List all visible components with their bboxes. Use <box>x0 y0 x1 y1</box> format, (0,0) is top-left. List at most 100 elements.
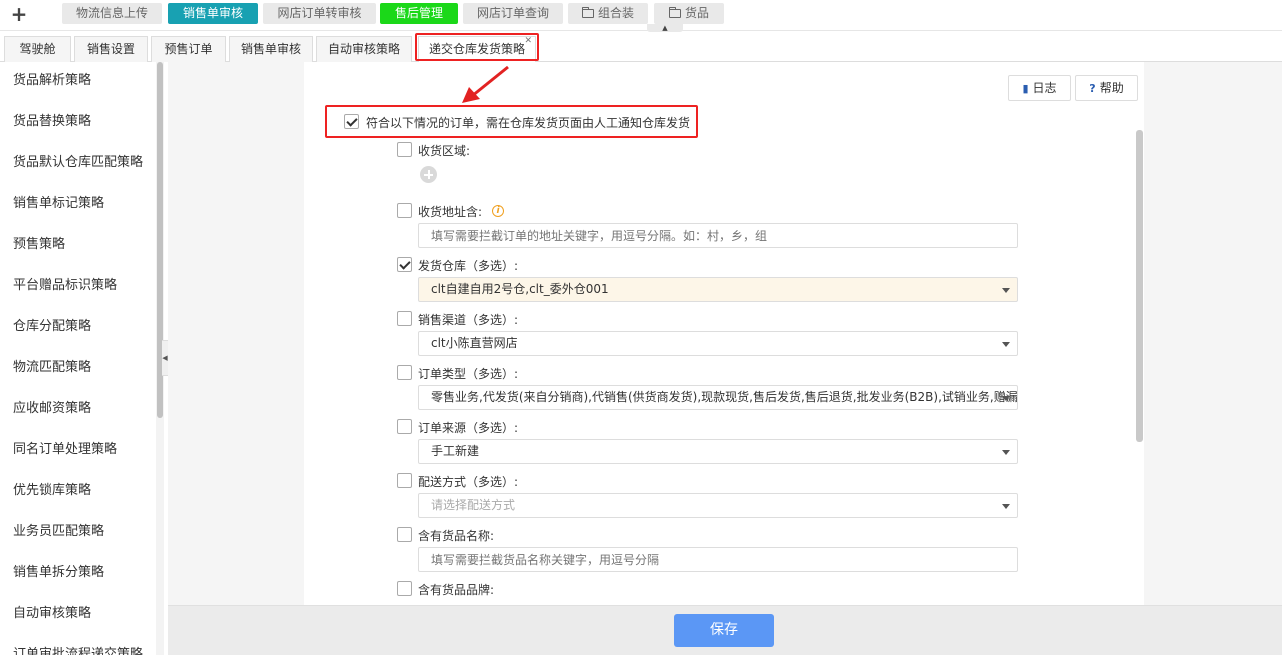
add-tab-button[interactable]: + <box>8 3 30 25</box>
sidebar-item-label: 销售单拆分策略 <box>13 565 105 580</box>
order-source-checkbox[interactable] <box>397 419 412 434</box>
sidebar-item-label: 订单审批流程递交策略 <box>13 647 144 655</box>
tab-presale-orders[interactable]: 预售订单 <box>151 36 226 62</box>
sidebar-item-label: 平台赠品标识策略 <box>13 278 118 293</box>
sidebar-item-label: 货品解析策略 <box>13 73 92 88</box>
channel-label: 销售渠道（多选）: <box>418 313 519 327</box>
sidebar-item-auto-review[interactable]: 自动审核策略 <box>0 595 156 636</box>
sidebar-item-priority-lock[interactable]: 优先锁库策略 <box>0 472 156 513</box>
warehouse-select[interactable]: clt自建自用2号仓,clt_委外仓001 <box>418 277 1018 302</box>
goods-name-input[interactable] <box>418 547 1018 572</box>
top-nav-bar: + 物流信息上传 销售单审核 网店订单转审核 售后管理 网店订单查询 组合装 货… <box>0 0 1282 32</box>
tab-sales-settings[interactable]: 销售设置 <box>74 36 148 62</box>
top-tab-online-order-query[interactable]: 网店订单查询 <box>463 3 563 24</box>
question-icon: ? <box>1089 82 1096 95</box>
folder-icon <box>668 7 681 18</box>
sidebar-item-order-mark[interactable]: 销售单标记策略 <box>0 185 156 226</box>
tab-label: 预售订单 <box>164 42 213 56</box>
sidebar-item-gift-mark[interactable]: 平台赠品标识策略 <box>0 267 156 308</box>
sidebar-item-label: 仓库分配策略 <box>13 319 92 334</box>
strategy-sidebar: 货品解析策略 货品替换策略 货品默认仓库匹配策略 销售单标记策略 预售策略 平台… <box>0 62 156 655</box>
tab-label: 驾驶舱 <box>19 42 56 56</box>
sidebar-item-warehouse-allocation[interactable]: 仓库分配策略 <box>0 308 156 349</box>
order-source-select-value: 手工新建 <box>431 444 480 458</box>
chevron-down-icon <box>1002 450 1010 455</box>
sidebar-item-label: 货品替换策略 <box>13 114 92 129</box>
chevron-down-icon <box>1002 396 1010 401</box>
region-checkbox[interactable] <box>397 142 412 157</box>
warehouse-checkbox[interactable] <box>397 257 412 272</box>
channel-checkbox[interactable] <box>397 311 412 326</box>
top-tab-online-order-transfer[interactable]: 网店订单转审核 <box>263 3 376 24</box>
book-icon: ▮ <box>1022 82 1029 95</box>
channel-select-value: clt小陈直营网店 <box>431 336 518 350</box>
sidebar-item-salesperson-match[interactable]: 业务员匹配策略 <box>0 513 156 554</box>
tab-sales-order-review[interactable]: 销售单审核 <box>229 36 313 62</box>
delivery-checkbox[interactable] <box>397 473 412 488</box>
chevron-down-icon <box>1002 342 1010 347</box>
top-tab-label: 销售单审核 <box>182 6 243 20</box>
sidebar-item-same-name-order[interactable]: 同名订单处理策略 <box>0 431 156 472</box>
help-button[interactable]: ? 帮助 <box>1075 75 1138 101</box>
top-tab-bundle[interactable]: 组合装 <box>568 3 648 24</box>
sidebar-item-approval-flow[interactable]: 订单审批流程递交策略 <box>0 636 156 655</box>
close-tab-icon[interactable]: ✕ <box>524 36 532 46</box>
address-label: 收货地址含: <box>418 205 483 219</box>
top-tab-label: 组合装 <box>597 6 634 20</box>
sidebar-item-postage[interactable]: 应收邮资策略 <box>0 390 156 431</box>
top-tab-logistics-upload[interactable]: 物流信息上传 <box>62 3 162 24</box>
collapse-up-icon[interactable]: ▲ <box>647 24 683 32</box>
sidebar-item-presale[interactable]: 预售策略 <box>0 226 156 267</box>
top-tab-label: 物流信息上传 <box>75 6 148 20</box>
top-tab-label: 货品 <box>684 6 709 20</box>
order-type-label: 订单类型（多选）: <box>418 367 519 381</box>
sidebar-item-label: 销售单标记策略 <box>13 196 105 211</box>
tab-cockpit[interactable]: 驾驶舱 <box>4 36 71 62</box>
sidebar-item-label: 物流匹配策略 <box>13 360 92 375</box>
warehouse-select-value: clt自建自用2号仓,clt_委外仓001 <box>431 282 609 296</box>
sidebar-item-label: 业务员匹配策略 <box>13 524 105 539</box>
log-button[interactable]: ▮ 日志 <box>1008 75 1071 101</box>
sidebar-item-goods-parse[interactable]: 货品解析策略 <box>0 62 156 103</box>
manual-notify-label: 符合以下情况的订单，需在仓库发货页面由人工通知仓库发货 <box>366 116 691 130</box>
delivery-label: 配送方式（多选）: <box>418 475 519 489</box>
top-tab-label: 网店订单转审核 <box>277 6 362 20</box>
top-tab-sales-order-review[interactable]: 销售单审核 <box>168 3 258 24</box>
order-source-label: 订单来源（多选）: <box>418 421 519 435</box>
sidebar-item-label: 优先锁库策略 <box>13 483 92 498</box>
order-type-select-value: 零售业务,代发货(来自分销商),代销售(供货商发货),现款现货,售后发货,售后退… <box>431 390 1018 404</box>
goods-brand-label: 含有货品品牌: <box>418 583 495 597</box>
sidebar-item-label: 自动审核策略 <box>13 606 92 621</box>
order-source-select[interactable]: 手工新建 <box>418 439 1018 464</box>
address-keyword-input[interactable] <box>418 223 1018 248</box>
sidebar-item-label: 预售策略 <box>13 237 66 252</box>
address-checkbox[interactable] <box>397 203 412 218</box>
top-tab-after-sales[interactable]: 售后管理 <box>380 3 458 24</box>
tab-submit-warehouse-strategy[interactable]: 递交仓库发货策略 ✕ <box>418 36 536 63</box>
order-type-select[interactable]: 零售业务,代发货(来自分销商),代销售(供货商发货),现款现货,售后发货,售后退… <box>418 385 1018 410</box>
delivery-select[interactable]: 请选择配送方式 <box>418 493 1018 518</box>
tab-label: 销售单审核 <box>240 42 301 56</box>
goods-name-checkbox[interactable] <box>397 527 412 542</box>
tab-label: 递交仓库发货策略 <box>428 42 525 56</box>
warehouse-label: 发货仓库（多选）: <box>418 259 519 273</box>
sidebar-item-goods-replace[interactable]: 货品替换策略 <box>0 103 156 144</box>
manual-notify-checkbox[interactable] <box>344 114 359 129</box>
region-label: 收货区域: <box>418 144 471 158</box>
chevron-down-icon <box>1002 288 1010 293</box>
sidebar-item-default-warehouse[interactable]: 货品默认仓库匹配策略 <box>0 144 156 185</box>
save-button[interactable]: 保存 <box>674 614 774 647</box>
channel-select[interactable]: clt小陈直营网店 <box>418 331 1018 356</box>
top-tab-goods[interactable]: 货品 <box>654 3 724 24</box>
goods-brand-checkbox[interactable] <box>397 581 412 596</box>
add-region-icon[interactable] <box>420 166 437 183</box>
sidebar-item-label: 应收邮资策略 <box>13 401 92 416</box>
help-button-label: 帮助 <box>1099 81 1124 95</box>
sidebar-item-order-split[interactable]: 销售单拆分策略 <box>0 554 156 595</box>
info-icon[interactable]: i <box>492 205 504 217</box>
sidebar-item-logistics-match[interactable]: 物流匹配策略 <box>0 349 156 390</box>
tab-auto-review-strategy[interactable]: 自动审核策略 <box>316 36 412 62</box>
panel-scrollbar-thumb[interactable] <box>1136 130 1143 442</box>
order-type-checkbox[interactable] <box>397 365 412 380</box>
sub-tab-bar: 驾驶舱 销售设置 预售订单 销售单审核 自动审核策略 递交仓库发货策略 ✕ <box>0 32 1282 63</box>
